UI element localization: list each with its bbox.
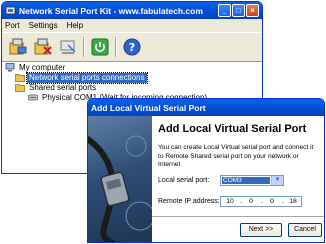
tree-root-label: My computer (19, 62, 66, 72)
menu-settings[interactable]: Settings (29, 21, 58, 30)
local-port-label: Local serial port: (158, 177, 210, 184)
next-button[interactable]: Next >> (240, 223, 282, 237)
menu-help[interactable]: Help (67, 21, 83, 30)
ip-octet-1[interactable]: 10 (223, 197, 237, 206)
close-button[interactable]: × (246, 4, 259, 17)
cancel-button[interactable]: Cancel (288, 223, 322, 237)
dialog-description: You can create Local Virtual serial port… (158, 144, 314, 168)
folder-icon (15, 74, 25, 82)
tree-item-label: Network serial ports connections (26, 71, 148, 84)
ip-octet-3[interactable]: 0 (265, 197, 279, 206)
ip-octet-2[interactable]: 0 (244, 197, 258, 206)
serial-port-icon (28, 94, 38, 101)
main-title-bar[interactable]: Network Serial Port Kit - www.fabulatech… (2, 2, 262, 19)
power-button[interactable] (90, 37, 110, 57)
local-port-select[interactable]: COM3 ▼ (220, 175, 284, 186)
main-window-title: Network Serial Port Kit - www.fabulatech… (19, 5, 203, 16)
connect-icon (60, 40, 76, 54)
toolbar: ? (2, 32, 262, 62)
ip-dot: . (261, 198, 263, 205)
ip-dot: . (282, 198, 284, 205)
power-icon (91, 38, 109, 56)
chevron-down-icon[interactable]: ▼ (271, 176, 283, 185)
remote-ip-label: Remote IP address: (158, 198, 220, 205)
ip-dot: . (240, 198, 242, 205)
dialog-content: Add Local Virtual Serial Port You can cr… (152, 116, 324, 242)
add-port-button[interactable] (8, 37, 28, 57)
remove-port-icon (34, 38, 52, 55)
serial-cable-image (88, 135, 155, 242)
menu-bar: Port Settings Help (2, 19, 262, 32)
remove-port-button[interactable] (33, 37, 53, 57)
toolbar-separator (83, 37, 85, 57)
maximize-button[interactable]: □ (232, 4, 245, 17)
tree-item-label: Shared serial ports (29, 82, 97, 92)
dialog-side-image (88, 116, 155, 242)
ip-octet-4[interactable]: 18 (286, 197, 300, 206)
folder-icon (15, 84, 25, 92)
minimize-button[interactable]: _ (218, 4, 231, 17)
toolbar-separator (115, 37, 117, 57)
computer-icon (5, 63, 15, 72)
menu-port[interactable]: Port (5, 21, 20, 30)
local-port-value: COM3 (222, 177, 270, 184)
help-icon: ? (123, 38, 141, 56)
app-icon (5, 6, 16, 15)
add-port-dialog: Add Local Virtual Serial Port Add Local … (87, 98, 325, 243)
dialog-divider (152, 216, 324, 218)
add-port-icon (9, 38, 27, 55)
svg-text:?: ? (129, 41, 135, 54)
dialog-title: Add Local Virtual Serial Port (91, 102, 206, 113)
dialog-title-bar[interactable]: Add Local Virtual Serial Port (88, 99, 324, 116)
connect-button[interactable] (58, 37, 78, 57)
dialog-heading: Add Local Virtual Serial Port (158, 123, 307, 135)
help-button[interactable]: ? (122, 37, 142, 57)
remote-ip-field[interactable]: 10 . 0 . 0 . 18 (220, 196, 302, 207)
